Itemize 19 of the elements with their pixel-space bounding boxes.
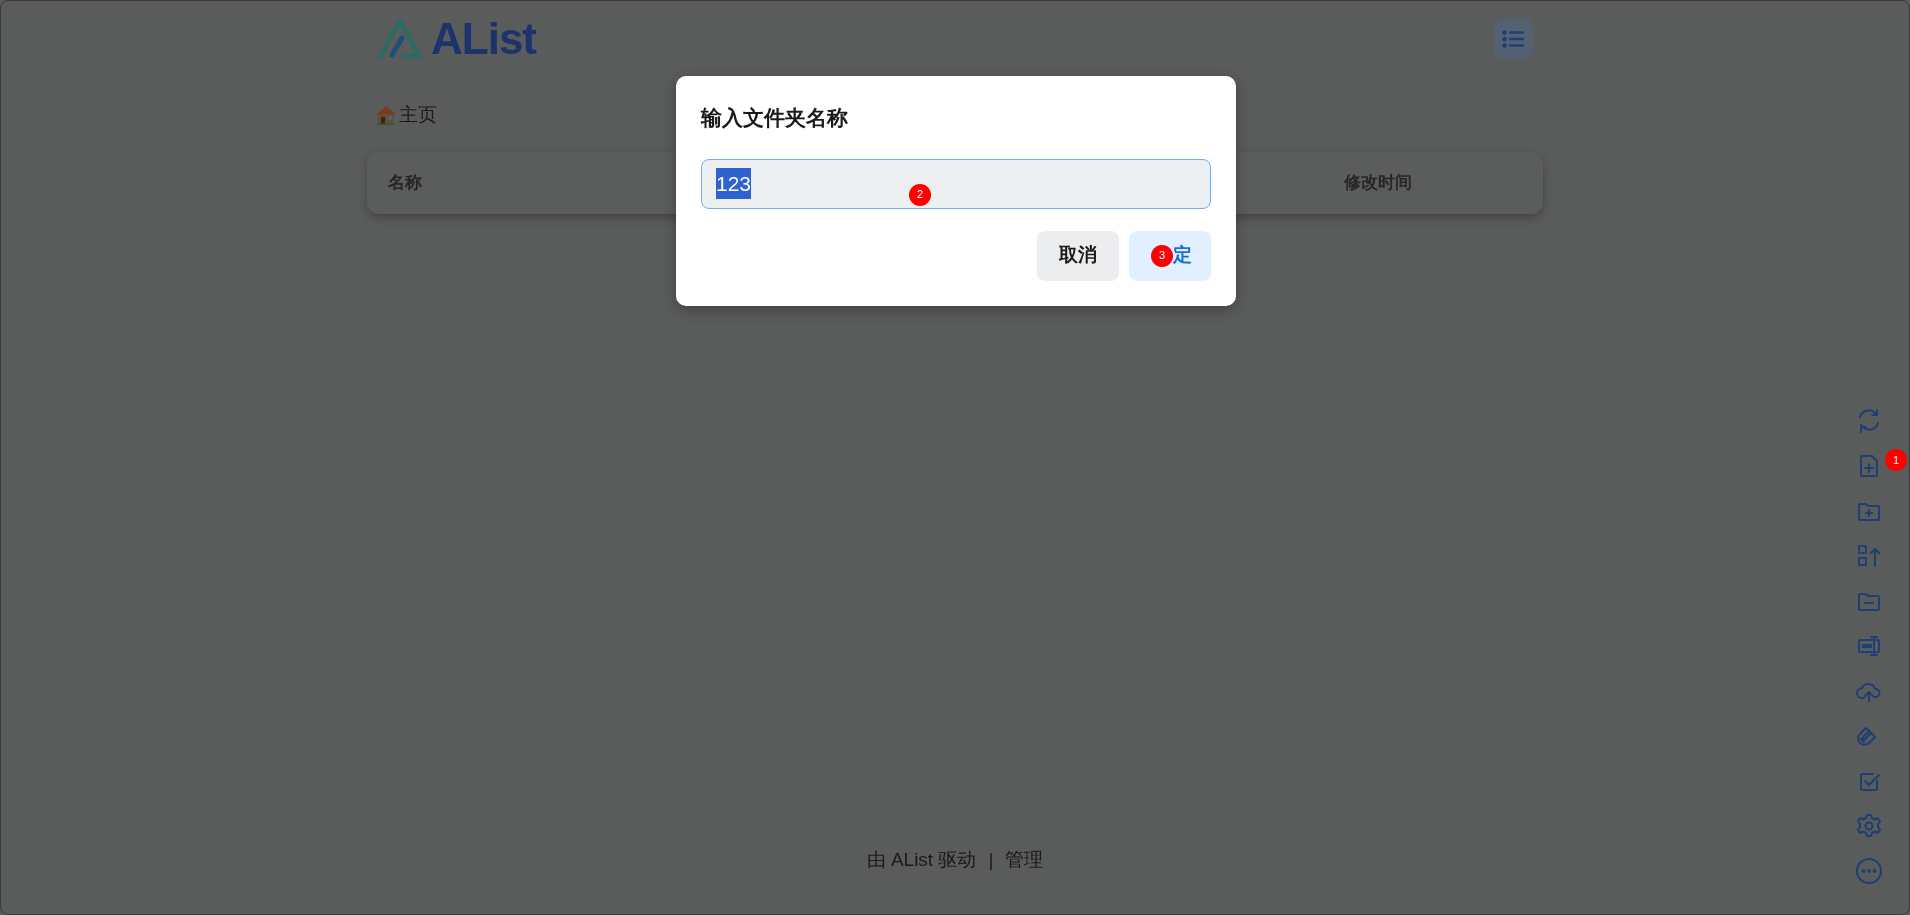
move-up-button[interactable] [1855, 542, 1883, 570]
move-up-icon [1855, 542, 1883, 570]
dialog-title: 输入文件夹名称 [701, 105, 849, 131]
separator-text: | [988, 847, 994, 872]
settings-button[interactable] [1855, 812, 1883, 840]
more-button[interactable] [1855, 857, 1883, 885]
house-icon [375, 105, 397, 126]
input-value: 123 [716, 167, 752, 200]
cancel-button[interactable]: 取消 [1037, 230, 1119, 281]
settings-icon [1855, 812, 1883, 840]
step-marker: 1 [1885, 449, 1907, 471]
more-icon [1855, 857, 1883, 885]
logo-icon [377, 18, 423, 60]
admin-link[interactable]: 管理 [1005, 845, 1044, 874]
breadcrumb-link[interactable]: 主页 [399, 101, 437, 130]
list-icon [1502, 30, 1524, 48]
list-view-button[interactable] [1493, 19, 1533, 59]
powered-by-text: 由 AList 驱动 [866, 847, 977, 872]
logo-text: AList [431, 17, 536, 61]
